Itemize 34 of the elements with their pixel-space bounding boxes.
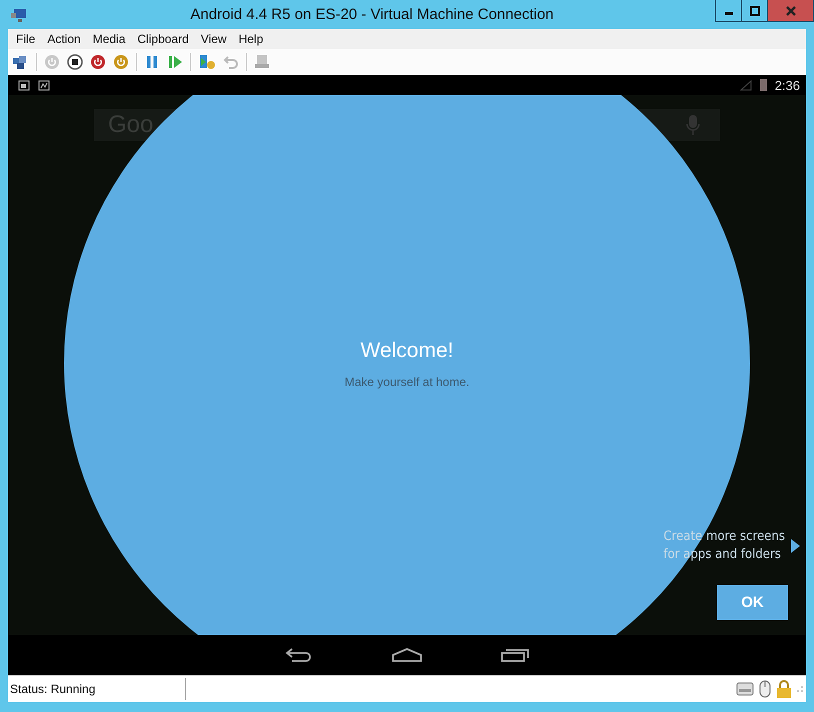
menu-item[interactable]: File — [10, 32, 42, 46]
menu-item[interactable]: Media — [86, 32, 132, 46]
screenshot-icon — [18, 80, 30, 90]
power-icon[interactable] — [113, 54, 129, 70]
back-icon[interactable] — [284, 647, 314, 663]
arrow-right-icon — [791, 539, 800, 553]
maximize-icon — [748, 6, 760, 16]
close-button[interactable] — [767, 0, 814, 22]
status-text: Status: Running — [8, 678, 186, 700]
welcome-title: Welcome! — [360, 339, 454, 363]
menu-item[interactable]: Action — [41, 32, 87, 46]
home-icon[interactable] — [392, 647, 422, 663]
minimize-button[interactable] — [715, 0, 742, 22]
window-title: Android 4.4 R5 on ES-20 - Virtual Machine Connection — [189, 6, 555, 23]
menu-item[interactable]: Clipboard — [131, 32, 195, 46]
pause-icon[interactable] — [144, 54, 160, 70]
gallery-icon — [38, 80, 50, 90]
close-icon — [784, 6, 796, 16]
minimize-icon — [724, 12, 732, 15]
mouse-icon — [758, 680, 772, 698]
shutdown-icon[interactable] — [90, 54, 106, 70]
welcome-subtitle: Make yourself at home. — [344, 375, 470, 389]
play-icon[interactable] — [167, 54, 183, 70]
resize-grip-icon[interactable] — [796, 685, 804, 693]
clock: 2:36 — [774, 78, 800, 92]
lock-icon — [776, 680, 792, 698]
vm-connection-icon — [10, 6, 28, 22]
recent-apps-icon[interactable] — [500, 647, 530, 663]
signal-icon — [740, 80, 752, 90]
stop-icon[interactable] — [67, 54, 83, 70]
menu-item[interactable]: Help — [232, 32, 270, 46]
battery-icon — [760, 79, 767, 91]
keyboard-icon — [736, 681, 754, 697]
menu-item[interactable]: View — [194, 32, 233, 46]
